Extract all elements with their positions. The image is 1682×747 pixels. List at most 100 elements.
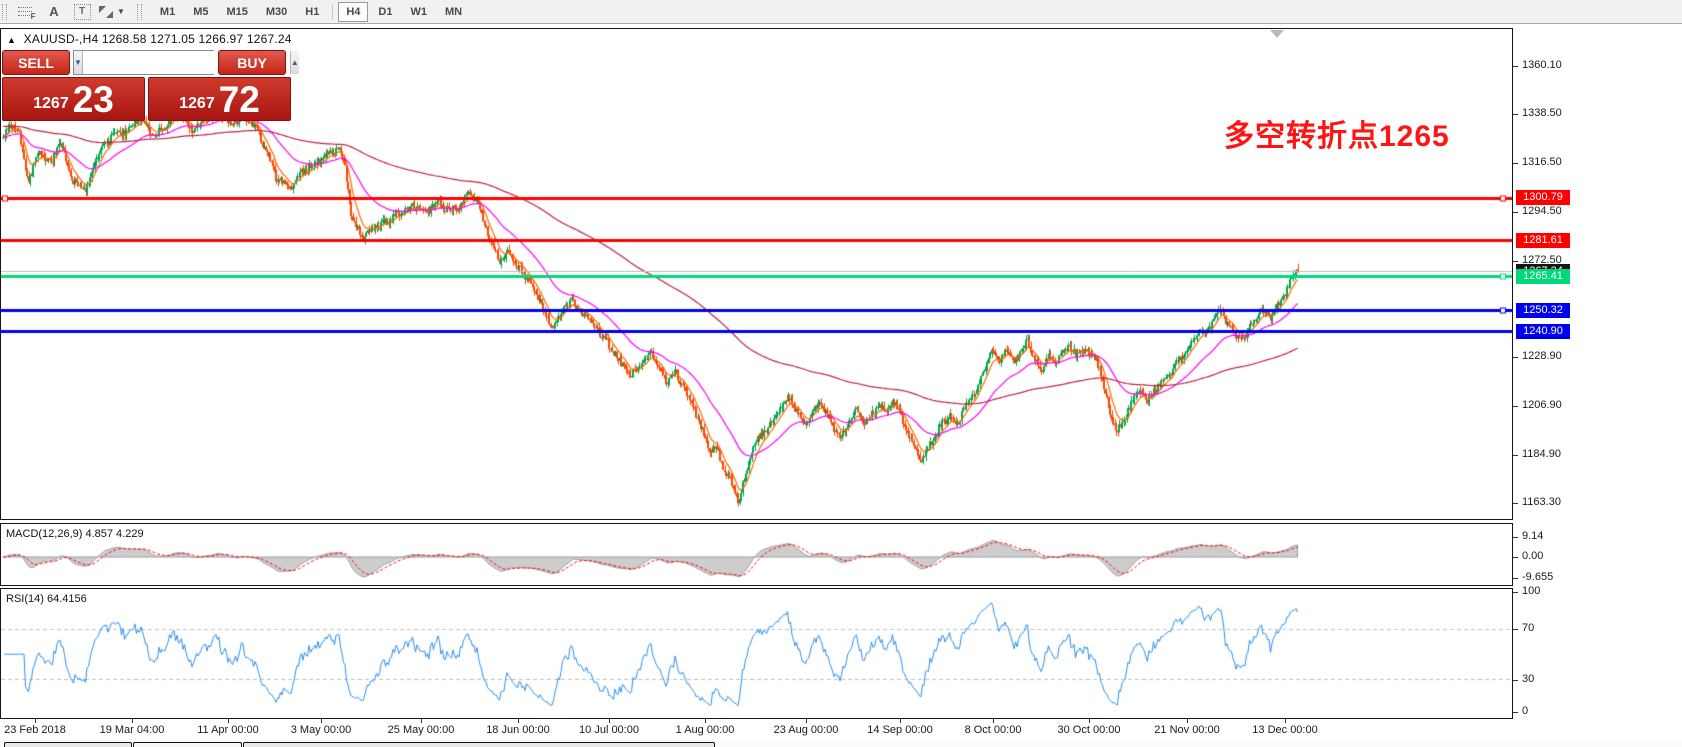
text-label-tool-button[interactable]: A [42,2,66,22]
ohlc-values: 1268.58 1271.05 1266.97 1267.24 [102,32,292,46]
price-axis-label: 1294.50 [1522,205,1562,217]
price-line-badge: 1300.79 [1516,190,1570,205]
price-axis-label: 1206.90 [1522,399,1562,411]
arrows-icon [98,5,114,19]
axis-tick [1513,629,1518,630]
price-axis-label: 1360.10 [1522,59,1562,71]
timeframe-button-group: M1M5M15M30H1 H4D1W1MN [151,2,471,22]
volume-decrease-button[interactable]: ▼ [74,51,83,74]
axis-tick [1513,557,1518,558]
time-axis-label: 18 Jun 00:00 [486,724,550,736]
time-axis-tick [132,719,133,723]
buy-price-whole: 1267 [179,95,215,113]
time-axis-label: 14 Sep 00:00 [867,724,932,736]
time-axis-tick [35,719,36,723]
collapse-panel-arrow-icon[interactable]: ▲ [7,35,16,45]
symbol-timeframe-label: XAUUSD-,H4 [24,32,99,46]
axis-tick [1513,680,1518,681]
text-box-tool-button[interactable]: T [70,2,94,22]
taskbar-window-button[interactable] [4,742,132,747]
chart-text-annotation: 多空转折点1265 [1224,111,1450,155]
macd-canvas[interactable] [1,524,1512,585]
toolbar-grip-handle[interactable] [137,4,142,20]
axis-tick [1513,503,1518,504]
text-box-icon: T [74,4,91,20]
sell-button[interactable]: SELL [2,50,70,75]
sell-price-whole: 1267 [33,95,69,113]
buy-price-button[interactable]: 1267 72 [148,77,291,121]
rsi-axis-label: 0 [1522,705,1528,717]
tf-button-mn[interactable]: MN [437,2,470,22]
rsi-label: RSI(14) 64.4156 [6,593,87,605]
rsi-indicator-panel[interactable] [0,588,1513,719]
toolbar-grip-handle[interactable] [2,4,7,20]
rsi-axis-label: 70 [1522,622,1534,634]
tf-button-m15[interactable]: M15 [218,2,255,22]
time-axis-tick [228,719,229,723]
time-axis-tick [421,719,422,723]
rsi-canvas[interactable] [1,589,1512,718]
time-axis-tick [1285,719,1286,723]
tf-button-w1[interactable]: W1 [402,2,435,22]
tf-button-m1[interactable]: M1 [152,2,183,22]
price-axis-label: 1316.50 [1522,156,1562,168]
price-line-badge: 1265.41 [1516,269,1570,284]
time-axis-label: 10 Jul 00:00 [579,724,639,736]
grid-properties-icon[interactable]: F [14,2,38,22]
time-axis-label: 30 Oct 00:00 [1058,724,1121,736]
tf-button-m5[interactable]: M5 [185,2,216,22]
macd-axis-label: -9.655 [1522,571,1553,583]
dotted-grid-icon: F [18,4,35,19]
axis-tick [1513,66,1518,67]
time-axis-tick [806,719,807,723]
trade-panel-price-row: 1267 23 1267 72 [2,77,291,121]
price-axis: 1360.101338.501316.501294.501272.501228.… [1513,0,1682,747]
scroll-to-end-marker-icon[interactable] [1270,30,1284,38]
time-axis-label: 21 Nov 00:00 [1154,724,1219,736]
tf-button-m30[interactable]: M30 [258,2,295,22]
axis-tick [1513,455,1518,456]
axis-tick [1513,212,1518,213]
sell-price-button[interactable]: 1267 23 [2,77,145,121]
sell-price-pips: 23 [73,80,114,120]
text-label-icon: A [49,4,58,19]
time-axis-tick [609,719,610,723]
time-axis-tick [705,719,706,723]
axis-tick [1513,406,1518,407]
symbol-ohlc-header: ▲ XAUUSD-,H4 1268.58 1271.05 1266.97 126… [7,32,292,46]
time-axis-tick [993,719,994,723]
arrows-tool-button[interactable]: ▼ [98,2,125,22]
time-axis-label: 8 Oct 00:00 [965,724,1022,736]
axis-tick [1513,357,1518,358]
mt4-terminal: { "toolbar": { "grid_f_sub": "F", "tool_… [0,0,1682,747]
taskbar-window-button[interactable] [133,742,242,747]
time-axis-label: 23 Aug 00:00 [774,724,839,736]
volume-increase-button[interactable]: ▲ [290,51,299,74]
trade-panel-top-row: SELL ▼ ▲ BUY [2,50,291,75]
volume-stepper: ▼ ▲ [73,50,214,75]
tf-button-h1[interactable]: H1 [297,2,327,22]
price-axis-label: 1338.50 [1522,107,1562,119]
time-axis: 23 Feb 201819 Mar 04:0011 Apr 00:003 May… [0,719,1513,740]
toolbar-separator [332,4,333,20]
tf-button-d1[interactable]: D1 [370,2,400,22]
tf-button-h4[interactable]: H4 [338,2,368,22]
time-axis-label: 25 May 00:00 [388,724,455,736]
macd-label: MACD(12,26,9) 4.857 4.229 [6,528,144,540]
time-axis-label: 3 May 00:00 [291,724,352,736]
axis-tick [1513,261,1518,262]
macd-indicator-panel[interactable] [0,523,1513,586]
time-axis-label: 23 Feb 2018 [4,724,66,736]
macd-axis-label: 9.14 [1522,530,1543,542]
axis-tick [1513,592,1518,593]
macd-axis-label: 0.00 [1522,550,1543,562]
buy-button[interactable]: BUY [218,50,286,75]
one-click-trading-panel: SELL ▼ ▲ BUY 1267 23 1267 72 [2,50,291,121]
taskbar-window-button[interactable] [243,742,715,747]
axis-tick [1513,578,1518,579]
taskbar-edge [0,740,1682,747]
time-axis-label: 19 Mar 04:00 [100,724,165,736]
price-line-badge: 1250.32 [1516,303,1570,318]
axis-tick [1513,537,1518,538]
buy-price-pips: 72 [219,80,260,120]
